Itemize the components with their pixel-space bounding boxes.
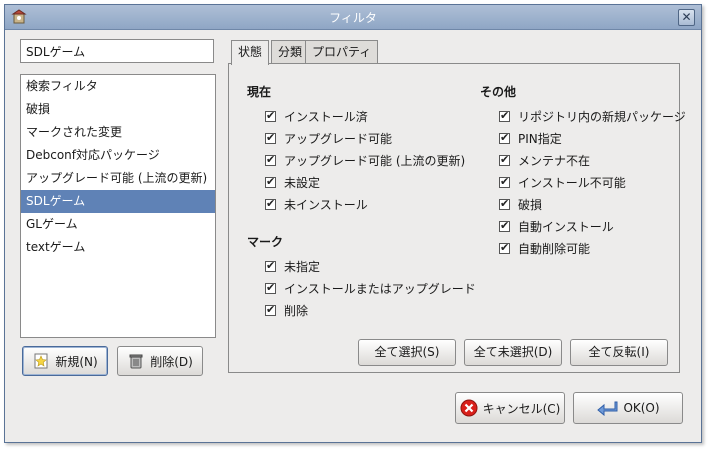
- close-icon: ✕: [681, 10, 692, 24]
- checkbox-checked-icon[interactable]: [265, 153, 276, 166]
- checkbox-remove[interactable]: 削除: [265, 302, 308, 319]
- return-arrow-icon: [597, 401, 618, 416]
- checkbox-installed[interactable]: インストール済: [265, 108, 368, 125]
- checkbox-checked-icon[interactable]: [499, 175, 510, 188]
- checkbox-broken[interactable]: 破損: [499, 196, 542, 213]
- checkbox-checked-icon[interactable]: [265, 131, 276, 144]
- list-item[interactable]: GLゲーム: [21, 213, 215, 236]
- checkbox-checked-icon[interactable]: [265, 281, 276, 294]
- checkbox-checked-icon[interactable]: [499, 219, 510, 232]
- checkbox-unmarked[interactable]: 未指定: [265, 258, 320, 275]
- tab-status[interactable]: 状態: [231, 40, 270, 65]
- section-mark-title: マーク: [247, 235, 284, 249]
- checkbox-label: 破損: [518, 198, 543, 212]
- delete-button-label: 削除(D): [150, 354, 193, 369]
- list-item[interactable]: 破損: [21, 98, 215, 121]
- checkbox-label: メンテナ不在: [518, 154, 591, 168]
- checkbox-label: インストール済: [284, 110, 368, 124]
- checkbox-label: PIN指定: [518, 132, 562, 146]
- checkbox-label: アップグレード可能 (上流の更新): [284, 154, 466, 168]
- checkbox-label: リポジトリ内の新規パッケージ: [518, 110, 686, 124]
- checkbox-label: 未インストール: [284, 198, 368, 212]
- checkbox-unconfigured[interactable]: 未設定: [265, 174, 320, 191]
- ok-label: OK(O): [623, 401, 660, 415]
- tab-category[interactable]: 分類: [271, 40, 310, 64]
- checkbox-label: 削除: [284, 304, 309, 318]
- checkbox-checked-icon[interactable]: [499, 131, 510, 144]
- checkbox-not-installable[interactable]: インストール不可能: [499, 174, 626, 191]
- list-item[interactable]: Debconf対応パッケージ: [21, 144, 215, 167]
- list-item[interactable]: マークされた変更: [21, 121, 215, 144]
- checkbox-upgradable-upstream[interactable]: アップグレード可能 (上流の更新): [265, 152, 465, 169]
- checkbox-checked-icon[interactable]: [265, 259, 276, 272]
- new-filter-button[interactable]: 新規(N): [22, 346, 108, 376]
- checkbox-auto-installed[interactable]: 自動インストール: [499, 218, 614, 235]
- checkbox-checked-icon[interactable]: [499, 109, 510, 122]
- titlebar[interactable]: フィルタ ✕: [5, 5, 701, 30]
- checkbox-label: アップグレード可能: [284, 132, 393, 146]
- cancel-label: キャンセル(C): [482, 401, 561, 416]
- new-button-label: 新規(N): [55, 354, 98, 369]
- checkbox-new-in-repo[interactable]: リポジトリ内の新規パッケージ: [499, 108, 686, 125]
- section-current-title: 現在: [247, 85, 272, 99]
- checkbox-checked-icon[interactable]: [265, 197, 276, 210]
- window-title: フィルタ: [329, 11, 377, 25]
- checkbox-checked-icon[interactable]: [265, 109, 276, 122]
- checkbox-label: インストール不可能: [518, 176, 626, 190]
- filter-list[interactable]: 検索フィルタ 破損 マークされた変更 Debconf対応パッケージ アップグレー…: [20, 74, 216, 338]
- list-item[interactable]: textゲーム: [21, 236, 215, 259]
- checkbox-pinned[interactable]: PIN指定: [499, 130, 562, 147]
- invert-selection-button[interactable]: 全て反転(I): [570, 339, 668, 366]
- delete-filter-button[interactable]: 削除(D): [117, 346, 203, 376]
- deselect-all-button[interactable]: 全て未選択(D): [464, 339, 562, 366]
- trash-icon: [129, 354, 143, 369]
- close-button[interactable]: ✕: [678, 9, 695, 26]
- new-document-icon: [34, 353, 48, 369]
- ok-button[interactable]: OK(O): [573, 392, 683, 424]
- checkbox-label: インストールまたはアップグレード: [284, 282, 476, 296]
- tab-properties[interactable]: プロパティ: [305, 40, 379, 64]
- checkbox-install-or-upgrade[interactable]: インストールまたはアップグレード: [265, 280, 476, 297]
- checkbox-label: 未指定: [284, 260, 321, 274]
- checkbox-label: 未設定: [284, 176, 321, 190]
- select-all-button[interactable]: 全て選択(S): [358, 339, 456, 366]
- section-other-title: その他: [480, 85, 517, 99]
- checkbox-orphaned[interactable]: メンテナ不在: [499, 152, 590, 169]
- checkbox-checked-icon[interactable]: [499, 197, 510, 210]
- checkbox-not-installed[interactable]: 未インストール: [265, 196, 368, 213]
- checkbox-checked-icon[interactable]: [499, 241, 510, 254]
- checkbox-checked-icon[interactable]: [499, 153, 510, 166]
- checkbox-label: 自動削除可能: [518, 242, 591, 256]
- list-item[interactable]: アップグレード可能 (上流の更新): [21, 167, 215, 190]
- checkbox-auto-removable[interactable]: 自動削除可能: [499, 240, 590, 257]
- list-item[interactable]: 検索フィルタ: [21, 75, 215, 98]
- filter-name-input[interactable]: SDLゲーム: [20, 39, 214, 63]
- checkbox-label: 自動インストール: [518, 220, 614, 234]
- cancel-button[interactable]: キャンセル(C): [455, 392, 565, 424]
- cancel-icon: [460, 399, 478, 417]
- checkbox-checked-icon[interactable]: [265, 303, 276, 316]
- checkbox-checked-icon[interactable]: [265, 175, 276, 188]
- list-item-selected[interactable]: SDLゲーム: [21, 190, 215, 213]
- checkbox-upgradable[interactable]: アップグレード可能: [265, 130, 392, 147]
